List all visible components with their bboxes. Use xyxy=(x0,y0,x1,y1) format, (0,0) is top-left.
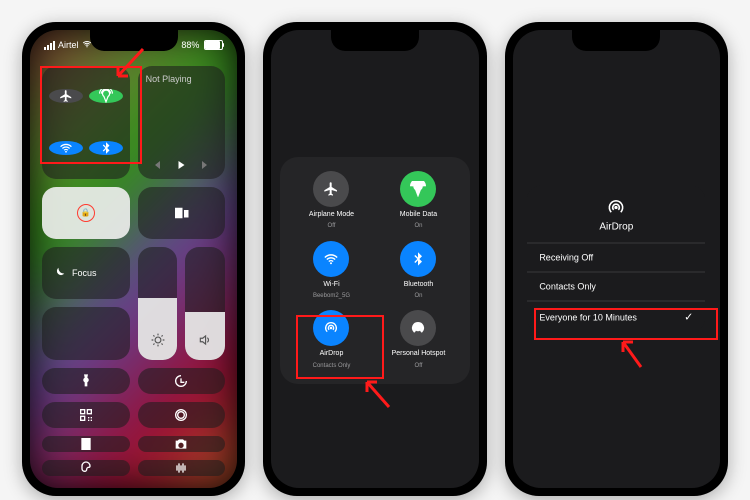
prev-track-icon[interactable] xyxy=(151,159,163,171)
airdrop-option[interactable]: Receiving Off xyxy=(527,243,705,272)
volume-slider[interactable] xyxy=(185,247,225,360)
phone-airdrop-menu: AirDrop Receiving Off Contacts Only Everyo… xyxy=(505,22,728,496)
conn-item-wifi[interactable]: Wi-Fi Beebom2_5G xyxy=(290,241,373,301)
conn-item-airdrop[interactable]: AirDrop Contacts Only xyxy=(290,310,373,370)
camera-tile[interactable] xyxy=(138,436,226,452)
connectivity-panel: Airplane Mode Off Mobile Data On Wi-Fi Beebom… xyxy=(280,157,470,384)
battery-pct: 88% xyxy=(181,40,199,50)
option-label: Everyone for 10 Minutes xyxy=(539,312,637,322)
conn-item-cellular[interactable]: Mobile Data On xyxy=(377,171,460,231)
conn-sub: On xyxy=(414,293,422,300)
conn-label: Airplane Mode xyxy=(309,211,354,219)
orientation-lock-tile[interactable]: 🔒 xyxy=(42,187,130,239)
notch xyxy=(331,29,419,51)
option-label: Contacts Only xyxy=(539,282,596,292)
camera-icon xyxy=(173,436,189,452)
haptic-tile[interactable] xyxy=(138,460,226,476)
focus-tile[interactable]: Focus xyxy=(42,247,130,299)
hotspot-icon xyxy=(400,310,436,346)
next-track-icon[interactable] xyxy=(199,159,211,171)
spacer xyxy=(42,307,130,359)
phone-control-center: Airtel 88% Not Playing 🔒 Focus xyxy=(22,22,245,496)
airdrop-icon xyxy=(313,310,349,346)
airdrop-header: AirDrop xyxy=(527,186,705,243)
hearing-tile[interactable] xyxy=(42,460,130,476)
ear-icon xyxy=(78,460,94,476)
conn-label: Mobile Data xyxy=(400,211,437,219)
airdrop-title: AirDrop xyxy=(599,222,633,233)
qr-tile[interactable] xyxy=(42,402,130,428)
conn-label: Wi-Fi xyxy=(323,281,339,289)
screen-mirroring-tile[interactable] xyxy=(138,187,226,239)
carrier-label: Airtel xyxy=(58,40,79,50)
timer-tile[interactable] xyxy=(138,368,226,394)
notch xyxy=(572,29,660,51)
conn-sub: Off xyxy=(415,363,423,370)
wifi-icon xyxy=(313,241,349,277)
haptic-icon xyxy=(173,460,189,476)
conn-sub: Off xyxy=(328,223,336,230)
option-label: Receiving Off xyxy=(539,253,593,263)
speaker-icon xyxy=(198,333,212,352)
airplane-toggle[interactable] xyxy=(49,89,83,103)
qr-icon xyxy=(78,407,94,423)
conn-item-bluetooth[interactable]: Bluetooth On xyxy=(377,241,460,301)
airdrop-icon xyxy=(606,198,626,218)
conn-item-airplane[interactable]: Airplane Mode Off xyxy=(290,171,373,231)
bluetooth-toggle[interactable] xyxy=(89,141,123,155)
sun-icon xyxy=(151,333,165,352)
play-icon[interactable] xyxy=(175,159,187,171)
conn-label: Bluetooth xyxy=(404,281,434,289)
mirror-icon xyxy=(172,204,190,222)
torch-icon xyxy=(78,373,94,389)
lock-rotate-icon: 🔒 xyxy=(77,204,95,222)
timer-icon xyxy=(173,373,189,389)
record-icon xyxy=(173,407,189,423)
airdrop-option[interactable]: Everyone for 10 Minutes ✓ xyxy=(527,301,705,333)
conn-sub: On xyxy=(414,223,422,230)
moon-icon xyxy=(52,266,66,280)
focus-label: Focus xyxy=(72,268,97,278)
wifi-toggle[interactable] xyxy=(49,141,83,155)
bluetooth-icon xyxy=(400,241,436,277)
notch xyxy=(90,29,178,51)
battery-icon xyxy=(204,40,223,50)
control-center-grid: Not Playing 🔒 Focus xyxy=(30,30,237,488)
conn-label: AirDrop xyxy=(320,350,344,358)
conn-sub: Contacts Only xyxy=(313,363,351,370)
brightness-slider[interactable] xyxy=(138,247,178,360)
calc-icon xyxy=(78,436,94,452)
check-icon: ✓ xyxy=(684,311,693,324)
airplane-icon xyxy=(313,171,349,207)
phone-connectivity-expanded: Airplane Mode Off Mobile Data On Wi-Fi Beebom… xyxy=(263,22,486,496)
record-tile[interactable] xyxy=(138,402,226,428)
airdrop-settings-panel: AirDrop Receiving Off Contacts Only Everyo… xyxy=(527,186,705,333)
media-tile[interactable]: Not Playing xyxy=(138,66,226,179)
flashlight-tile[interactable] xyxy=(42,368,130,394)
conn-sub: Beebom2_5G xyxy=(313,293,350,300)
conn-item-hotspot[interactable]: Personal Hotspot Off xyxy=(377,310,460,370)
calculator-tile[interactable] xyxy=(42,436,130,452)
airdrop-option[interactable]: Contacts Only xyxy=(527,272,705,301)
signal-bars-icon xyxy=(44,41,55,50)
cellular-icon xyxy=(400,171,436,207)
cellular-toggle[interactable] xyxy=(89,89,123,103)
media-title: Not Playing xyxy=(146,74,192,84)
conn-label: Personal Hotspot xyxy=(392,350,446,358)
connectivity-tile[interactable] xyxy=(42,66,130,179)
